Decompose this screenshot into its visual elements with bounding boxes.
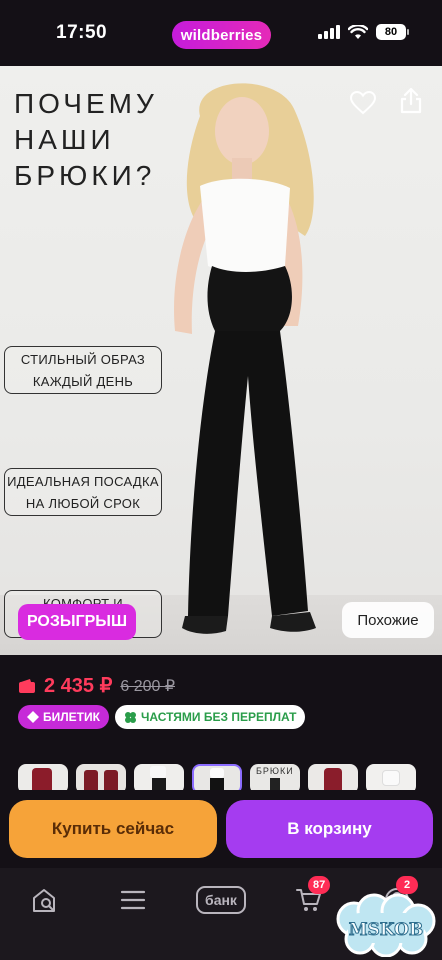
- share-icon: [400, 88, 422, 114]
- similar-button[interactable]: Похожие: [342, 602, 434, 638]
- nav-catalog[interactable]: [108, 880, 158, 920]
- watermark-sticker: MSKOB: [336, 893, 436, 957]
- cart-count-badge: 87: [308, 876, 331, 894]
- profile-count-badge: 2: [396, 876, 418, 894]
- feature-fit: ИДЕАЛЬНАЯ ПОСАДКА НА ЛЮБОЙ СРОК: [4, 468, 162, 516]
- bank-icon: банк: [196, 886, 246, 914]
- price-row: 2 435 ₽ 6 200 ₽: [18, 673, 175, 698]
- status-icons: 80: [318, 24, 409, 40]
- raffle-button[interactable]: РОЗЫГРЫШ: [18, 604, 136, 640]
- hero-title: ПОЧЕМУ НАШИ БРЮКИ?: [14, 88, 158, 191]
- wildberries-logo[interactable]: wildberries: [172, 21, 271, 49]
- catalog-menu-icon: [120, 890, 146, 910]
- old-price: 6 200 ₽: [120, 677, 176, 695]
- favorite-button[interactable]: [344, 84, 382, 122]
- watermark-text: MSKOB: [349, 920, 424, 940]
- share-button[interactable]: [392, 82, 430, 120]
- model-photo: [174, 83, 316, 634]
- signal-icon: [318, 25, 340, 39]
- thumbnail-collage-label: БРЮКИ: [256, 766, 294, 776]
- current-price: 2 435 ₽: [44, 675, 113, 697]
- heart-icon: [350, 91, 376, 115]
- status-bar: 17:50 wildberries 80: [0, 0, 442, 66]
- nav-cart[interactable]: 87: [284, 876, 334, 920]
- ticket-badge[interactable]: БИЛЕТИК: [18, 705, 109, 729]
- home-search-icon: [33, 889, 55, 912]
- installments-label: ЧАСТЯМИ БЕЗ ПЕРЕПЛАТ: [140, 710, 297, 724]
- installments-icon: [124, 711, 136, 723]
- nav-bank[interactable]: банк: [196, 880, 246, 920]
- wallet-icon: [19, 678, 35, 693]
- feature-stylish: СТИЛЬНЫЙ ОБРАЗ КАЖДЫЙ ДЕНЬ: [4, 346, 162, 394]
- product-image[interactable]: ПОЧЕМУ НАШИ БРЮКИ? СТИЛЬНЫЙ ОБРАЗ КАЖДЫЙ…: [0, 66, 442, 655]
- badges: БИЛЕТИК ЧАСТЯМИ БЕЗ ПЕРЕПЛАТ: [18, 705, 306, 729]
- nav-home[interactable]: [20, 880, 70, 920]
- ticket-label: БИЛЕТИК: [43, 710, 100, 724]
- add-to-cart-button[interactable]: В корзину: [226, 800, 433, 858]
- battery-icon: 80: [376, 24, 409, 40]
- buy-now-button[interactable]: Купить сейчас: [9, 800, 217, 858]
- ticket-icon: [27, 711, 39, 723]
- status-time: 17:50: [56, 22, 108, 43]
- installments-badge[interactable]: ЧАСТЯМИ БЕЗ ПЕРЕПЛАТ: [114, 705, 306, 729]
- wifi-icon: [348, 24, 368, 39]
